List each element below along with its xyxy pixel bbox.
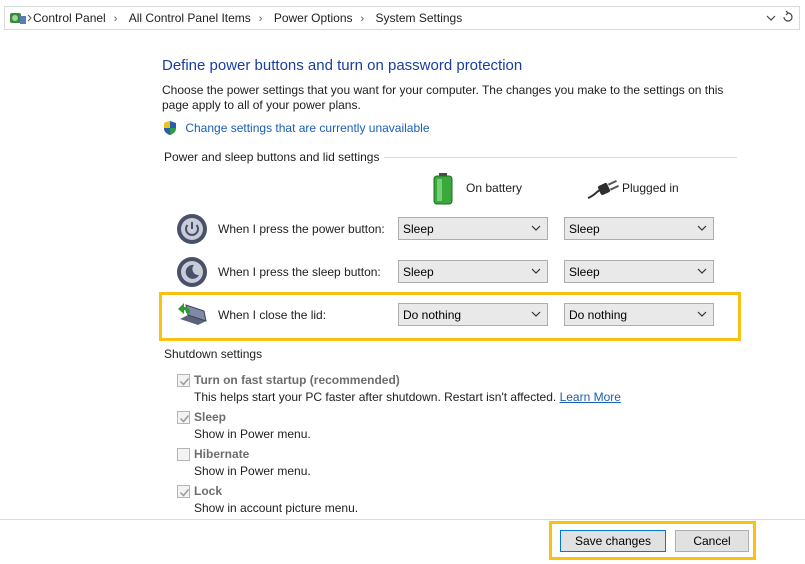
refresh-icon[interactable] <box>781 10 795 26</box>
select-value: Sleep <box>403 265 434 279</box>
power-button-row: When I press the power button: Sleep Sle… <box>176 213 736 247</box>
breadcrumb-control-panel[interactable]: Control Panel <box>33 11 106 25</box>
breadcrumb-separator-icon: › <box>360 13 365 25</box>
fast-startup-checkbox[interactable] <box>177 374 190 387</box>
section-divider <box>384 157 737 158</box>
hibernate-title: Hibernate <box>194 447 250 461</box>
lock-title: Lock <box>194 484 223 498</box>
breadcrumb-power-options[interactable]: Power Options <box>274 11 353 25</box>
learn-more-link[interactable]: Learn More <box>560 390 621 404</box>
address-dropdown-icon[interactable] <box>765 11 777 25</box>
laptop-lid-icon <box>178 303 207 325</box>
sleep-button-plugged-select[interactable]: Sleep <box>564 260 714 283</box>
lid-close-battery-select[interactable]: Do nothing <box>398 303 548 326</box>
chevron-down-icon <box>531 311 541 317</box>
shutdown-section-heading: Shutdown settings <box>164 347 263 361</box>
lock-checkbox[interactable] <box>177 485 190 498</box>
sleep-button-battery-select[interactable]: Sleep <box>398 260 548 283</box>
breadcrumb-chevron-icon <box>27 14 32 22</box>
power-section-heading: Power and sleep buttons and lid settings <box>164 150 380 164</box>
sleep-button-label: When I press the sleep button: <box>218 265 381 279</box>
checkmark-icon <box>179 489 190 497</box>
lid-close-plugged-select[interactable]: Do nothing <box>564 303 714 326</box>
checkmark-icon <box>179 378 190 386</box>
chevron-down-icon <box>697 311 707 317</box>
cancel-button[interactable]: Cancel <box>675 530 749 552</box>
hibernate-checkbox[interactable] <box>177 448 190 461</box>
select-value: Do nothing <box>403 308 462 322</box>
chevron-down-icon <box>531 225 541 231</box>
sleep-checkbox[interactable] <box>177 411 190 424</box>
lock-desc: Show in account picture menu. <box>194 501 359 515</box>
plugged-in-label: Plugged in <box>622 181 679 195</box>
select-value: Sleep <box>403 222 434 236</box>
power-button-plugged-select[interactable]: Sleep <box>564 217 714 240</box>
sleep-button-row: When I press the sleep button: Sleep Sle… <box>176 256 736 290</box>
sleep-desc: Show in Power menu. <box>194 427 311 441</box>
fast-startup-desc-text: This helps start your PC faster after sh… <box>194 390 557 404</box>
hibernate-desc: Show in Power menu. <box>194 464 311 478</box>
power-button-battery-select[interactable]: Sleep <box>398 217 548 240</box>
power-plug-icon <box>587 179 619 199</box>
address-box[interactable]: Control Panel › All Control Panel Items › … <box>4 6 800 30</box>
breadcrumb: Control Panel › All Control Panel Items › … <box>33 11 468 27</box>
address-bar: Control Panel › All Control Panel Items › … <box>0 0 805 36</box>
on-battery-label: On battery <box>466 181 523 195</box>
checkmark-icon <box>179 415 190 423</box>
select-value: Sleep <box>569 222 600 236</box>
sleep-title: Sleep <box>194 410 227 424</box>
power-button-label: When I press the power button: <box>218 222 385 236</box>
lid-close-label: When I close the lid: <box>218 308 327 322</box>
chevron-down-icon <box>531 268 541 274</box>
battery-icon <box>433 173 453 205</box>
breadcrumb-separator-icon: › <box>113 13 118 25</box>
footer-divider <box>0 519 805 520</box>
change-settings-link[interactable]: Change settings that are currently unava… <box>185 121 429 135</box>
fast-startup-title: Turn on fast startup (recommended) <box>194 373 400 387</box>
fast-startup-desc: This helps start your PC faster after sh… <box>194 390 621 404</box>
save-changes-button[interactable]: Save changes <box>560 530 666 552</box>
uac-shield-icon <box>164 121 176 135</box>
select-value: Sleep <box>569 265 600 279</box>
change-settings-link-row: Change settings that are currently unava… <box>162 120 430 136</box>
select-value: Do nothing <box>569 308 628 322</box>
chevron-down-icon <box>697 268 707 274</box>
lid-close-row: When I close the lid: Do nothing Do noth… <box>176 299 736 333</box>
page-title: Define power buttons and turn on passwor… <box>162 57 523 74</box>
breadcrumb-all-items[interactable]: All Control Panel Items <box>129 11 251 25</box>
breadcrumb-system-settings[interactable]: System Settings <box>376 11 463 25</box>
power-button-icon <box>177 214 207 244</box>
chevron-down-icon <box>697 225 707 231</box>
control-panel-icon <box>10 13 26 24</box>
sleep-button-icon <box>177 257 207 287</box>
breadcrumb-separator-icon: › <box>258 13 263 25</box>
page-description: Choose the power settings that you want … <box>162 83 724 112</box>
